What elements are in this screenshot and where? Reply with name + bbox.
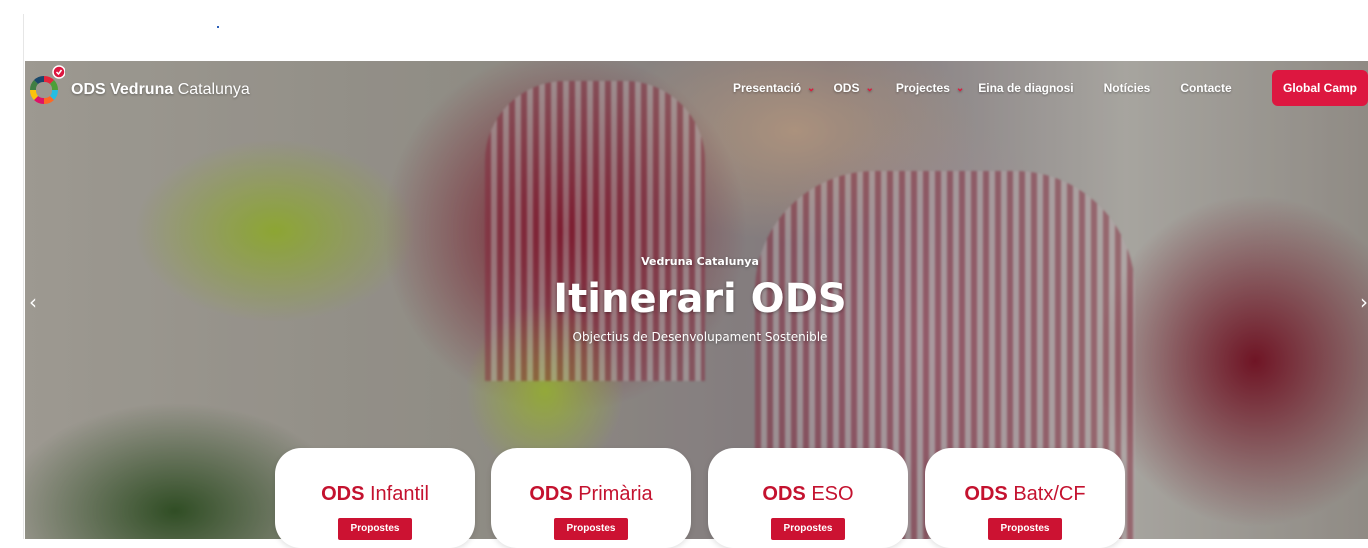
chevron-down-icon: ⌄ bbox=[955, 82, 965, 94]
card-title-rest: Primària bbox=[572, 483, 653, 505]
menu-item-projectes[interactable]: Projectes ⌄ bbox=[896, 81, 964, 95]
menu-label: Presentació bbox=[733, 81, 802, 95]
menu-label: ODS bbox=[833, 81, 860, 95]
card-title-bold: ODS bbox=[762, 483, 806, 505]
card-title-bold: ODS bbox=[964, 483, 1008, 505]
global-camp-button[interactable]: Global Camp bbox=[1272, 70, 1368, 106]
card-title: ODS ESO bbox=[708, 483, 908, 506]
chevron-right-icon[interactable]: › bbox=[1360, 290, 1368, 314]
chevron-left-icon[interactable]: ‹ bbox=[29, 290, 37, 314]
menu-item-presentacio[interactable]: Presentació ⌄ bbox=[733, 81, 815, 95]
hero-eyebrow: Vedruna Catalunya bbox=[641, 255, 759, 268]
stray-dot bbox=[217, 26, 219, 28]
stage-cards: ODS Infantil Propostes ODS Primària Prop… bbox=[275, 448, 1135, 548]
top-navbar: ODS Vedruna Catalunya Presentació ⌄ ODS … bbox=[25, 61, 1368, 117]
menu-label: Notícies bbox=[1103, 81, 1151, 95]
brand-light: Catalunya bbox=[173, 81, 250, 98]
card-primaria[interactable]: ODS Primària Propostes bbox=[491, 448, 691, 548]
brand-bold: ODS Vedruna bbox=[71, 81, 174, 98]
menu-item-ods[interactable]: ODS ⌄ bbox=[833, 81, 873, 95]
brand-name[interactable]: ODS Vedruna Catalunya bbox=[71, 81, 250, 99]
menu-label: Projectes bbox=[895, 81, 950, 95]
chevron-down-icon: ⌄ bbox=[865, 82, 874, 94]
sdg-wheel-logo[interactable] bbox=[27, 64, 65, 110]
card-title-rest: ESO bbox=[805, 483, 854, 505]
menu-item-noticies[interactable]: Notícies bbox=[1104, 81, 1151, 95]
card-batx-cf[interactable]: ODS Batx/CF Propostes bbox=[925, 448, 1125, 548]
chevron-down-icon: ⌄ bbox=[807, 82, 816, 94]
hero-caption: Vedruna Catalunya Itinerari ODS Objectiu… bbox=[495, 255, 905, 344]
propostes-button[interactable]: Propostes bbox=[988, 518, 1062, 540]
propostes-button[interactable]: Propostes bbox=[338, 518, 412, 540]
propostes-button[interactable]: Propostes bbox=[771, 518, 845, 540]
hero-title: Itinerari ODS bbox=[553, 276, 847, 322]
page-border bbox=[23, 14, 24, 539]
card-title-bold: ODS bbox=[321, 483, 365, 505]
menu-label: Eina de diagnosi bbox=[978, 81, 1074, 95]
card-title: ODS Infantil bbox=[275, 483, 475, 506]
card-infantil[interactable]: ODS Infantil Propostes bbox=[275, 448, 475, 548]
card-title: ODS Batx/CF bbox=[925, 483, 1125, 506]
main-menu: Presentació ⌄ ODS ⌄ Projectes ⌄ Eina de … bbox=[733, 81, 1232, 95]
menu-item-contacte[interactable]: Contacte bbox=[1180, 81, 1231, 95]
card-title-rest: Infantil bbox=[364, 483, 429, 505]
card-eso[interactable]: ODS ESO Propostes bbox=[708, 448, 908, 548]
card-title-bold: ODS bbox=[529, 483, 573, 505]
propostes-button[interactable]: Propostes bbox=[554, 518, 628, 540]
hero-subtitle: Objectius de Desenvolupament Sostenible bbox=[572, 330, 828, 344]
menu-item-eina-diagnosi[interactable]: Eina de diagnosi bbox=[978, 81, 1073, 95]
menu-label: Contacte bbox=[1180, 81, 1232, 95]
card-title: ODS Primària bbox=[491, 483, 691, 506]
card-title-rest: Batx/CF bbox=[1007, 483, 1086, 505]
